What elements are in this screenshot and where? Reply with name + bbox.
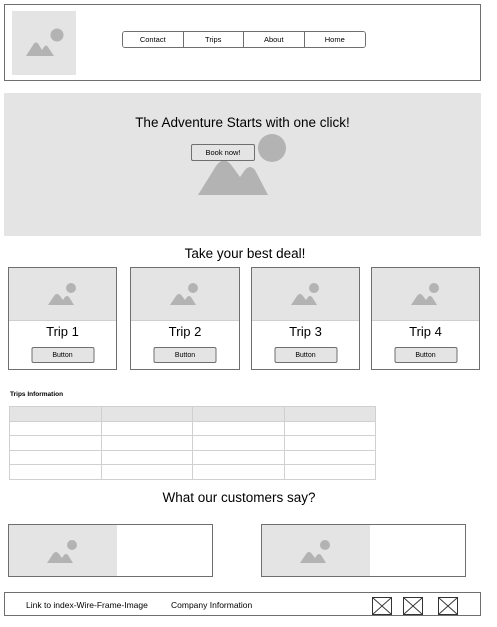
image-placeholder-icon: [300, 539, 330, 563]
trip-image-placeholder: [9, 268, 116, 321]
header: Contact Trips About Home: [4, 4, 481, 81]
image-placeholder-icon: [47, 539, 77, 563]
deals-title: Take your best deal!: [184, 246, 306, 261]
nav-trips[interactable]: Trips: [183, 32, 244, 47]
company-information-link[interactable]: Company Information: [171, 600, 252, 610]
trip-card: Trip 4 Button: [371, 267, 480, 370]
table-cell: [9, 435, 102, 451]
nav-contact[interactable]: Contact: [123, 32, 184, 47]
social-image-icon[interactable]: [438, 597, 458, 615]
book-now-button[interactable]: Book now!: [191, 144, 255, 161]
placeholder-x-icon: [403, 597, 423, 615]
testimonials-title: What our customers say?: [162, 490, 316, 505]
trip-image-placeholder: [252, 268, 359, 321]
hero-banner: The Adventure Starts with one click! Boo…: [4, 93, 481, 236]
table-cell: [283, 464, 376, 480]
trip-button[interactable]: Button: [153, 347, 217, 363]
trip-name: Trip 2: [168, 324, 202, 339]
trip-button[interactable]: Button: [274, 347, 337, 363]
table-cell: [100, 464, 193, 480]
table-cell: [192, 464, 285, 480]
footer: Link to index-Wire-Frame-Image Company I…: [4, 592, 481, 616]
trip-name: Trip 3: [289, 324, 322, 339]
main-nav: Contact Trips About Home: [122, 31, 366, 48]
trip-button[interactable]: Button: [394, 347, 457, 363]
trip-card: Trip 1 Button: [8, 267, 117, 370]
testimonial-image-placeholder: [262, 525, 370, 576]
testimonial-card: [261, 524, 466, 577]
hero-image-placeholder-icon: [198, 134, 286, 195]
trip-card: Trip 2 Button: [130, 267, 240, 370]
image-placeholder-icon: [47, 283, 76, 305]
table-row: [9, 435, 376, 451]
trip-name: Trip 1: [46, 324, 79, 339]
trip-image-placeholder: [372, 268, 479, 321]
table-cell: [9, 420, 102, 437]
image-placeholder-icon: [26, 28, 64, 56]
table-row: [9, 464, 376, 480]
trips-information-table: [9, 406, 376, 480]
logo-image-placeholder: [12, 11, 76, 75]
nav-about[interactable]: About: [244, 32, 305, 47]
image-placeholder-icon: [170, 283, 198, 305]
trips-information-title: Trips Information: [10, 391, 64, 398]
table-header-cell: [100, 406, 193, 422]
social-image-icon[interactable]: [403, 597, 423, 615]
social-image-icon[interactable]: [372, 597, 392, 615]
table-cell: [192, 449, 285, 466]
table-header-row: [9, 406, 376, 422]
table-cell: [192, 420, 285, 437]
table-header-cell: [9, 406, 102, 422]
table-cell: [100, 435, 193, 451]
table-row: [9, 449, 376, 466]
trip-name: Trip 4: [409, 324, 442, 339]
testimonial-image-placeholder: [9, 525, 117, 576]
table-cell: [283, 449, 376, 466]
table-cell: [9, 449, 102, 466]
trip-image-placeholder: [131, 268, 239, 321]
placeholder-x-icon: [372, 597, 392, 615]
trip-button[interactable]: Button: [31, 347, 94, 363]
nav-home[interactable]: Home: [304, 32, 365, 47]
placeholder-x-icon: [438, 597, 458, 615]
table-cell: [100, 420, 193, 437]
table-cell: [283, 420, 376, 437]
table-cell: [100, 449, 193, 466]
table-row: [9, 420, 376, 437]
table-cell: [192, 435, 285, 451]
testimonial-card: [8, 524, 213, 577]
image-placeholder-icon: [410, 283, 439, 305]
image-placeholder-icon: [290, 283, 319, 305]
table-cell: [283, 435, 376, 451]
table-cell: [9, 464, 102, 480]
hero-title: The Adventure Starts with one click!: [135, 115, 350, 130]
index-wireframe-link[interactable]: Link to index-Wire-Frame-Image: [26, 600, 148, 610]
table-header-cell: [283, 406, 376, 422]
table-header-cell: [192, 406, 285, 422]
trip-card: Trip 3 Button: [251, 267, 360, 370]
